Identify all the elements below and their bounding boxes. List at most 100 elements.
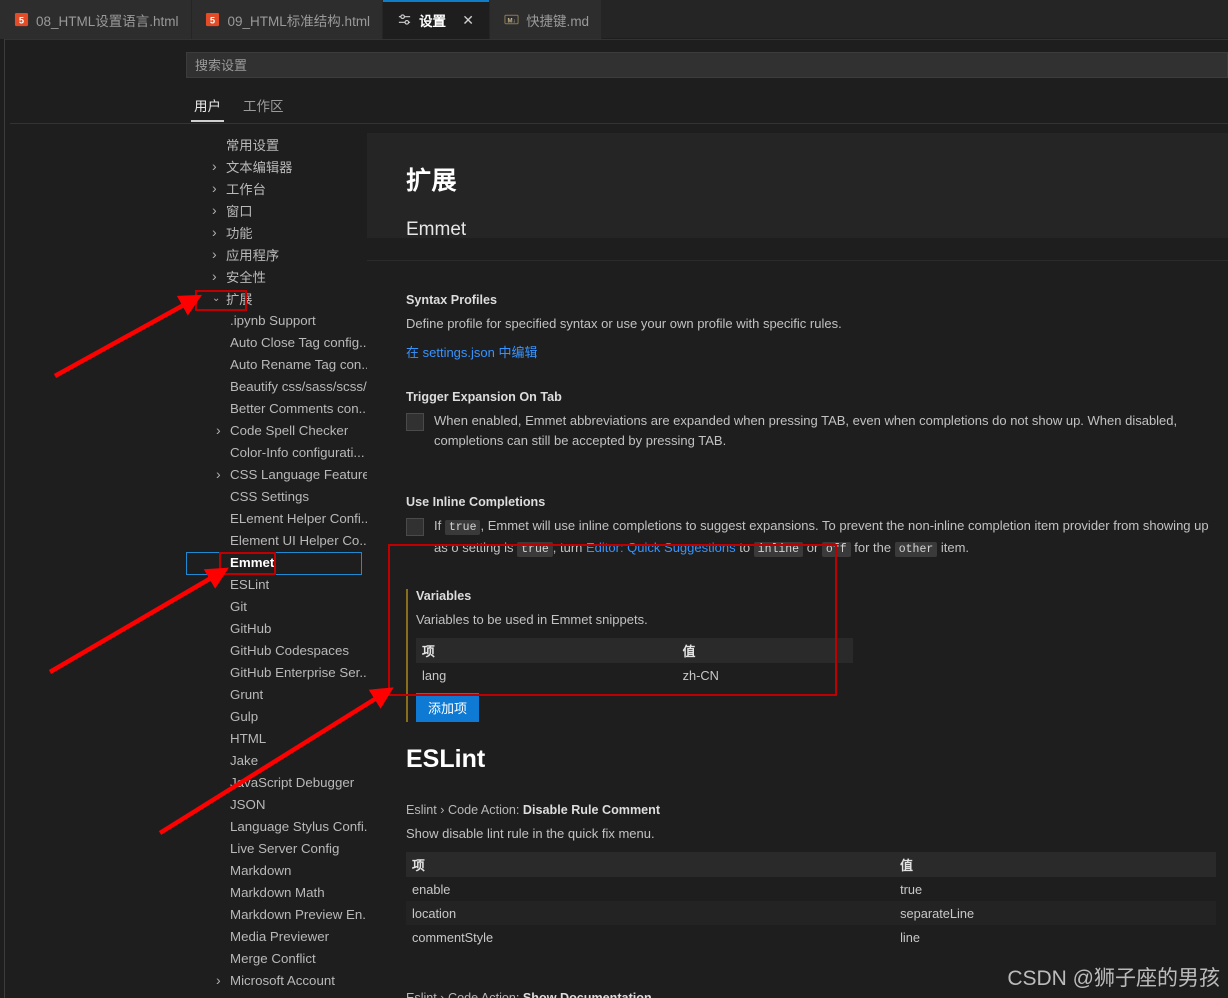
toc-item-better-comments-con[interactable]: Better Comments con... <box>186 397 367 419</box>
toc-item-auto-close-tag-config[interactable]: Auto Close Tag config... <box>186 331 367 353</box>
toc-item-emmet[interactable]: Emmet <box>186 551 367 573</box>
setting-eslint-disable-rule-comment: Eslint › Code Action: Disable Rule Comme… <box>406 803 1216 949</box>
toc-item-gulp[interactable]: Gulp <box>186 705 367 727</box>
toc-item-language-stylus-confi[interactable]: Language Stylus Confi... <box>186 815 367 837</box>
table-row[interactable]: commentStyle line <box>406 925 1216 949</box>
toc-item-element-ui-helper-co[interactable]: Element UI Helper Co... <box>186 529 367 551</box>
hero-category-title: 扩展 <box>406 167 458 195</box>
toc-item-工作台[interactable]: › 工作台 <box>186 177 367 199</box>
toc-item-css-language-features[interactable]: › CSS Language Features <box>186 463 367 485</box>
toc-item-javascript-debugger[interactable]: JavaScript Debugger <box>186 771 367 793</box>
toc-item-markdown-math[interactable]: Markdown Math <box>186 881 367 903</box>
toc-item-label: JSON <box>230 796 266 812</box>
toc-item-grunt[interactable]: Grunt <box>186 683 367 705</box>
toc-item-github[interactable]: GitHub <box>186 617 367 639</box>
toc-item-element-helper-confi[interactable]: ELement Helper Confi... <box>186 507 367 529</box>
toc-item-color-info-configurati[interactable]: Color-Info configurati... <box>186 441 367 463</box>
setting-title: Eslint › Code Action: Show Documentation <box>406 991 1216 998</box>
toc-item-media-previewer[interactable]: Media Previewer <box>186 925 367 947</box>
chevron-right-icon[interactable]: › <box>212 199 224 221</box>
toc-item-merge-conflict[interactable]: Merge Conflict <box>186 947 367 969</box>
toc-item-label: GitHub Enterprise Ser... <box>230 664 367 680</box>
toc-item-markdown-preview-en[interactable]: Markdown Preview En... <box>186 903 367 925</box>
toc-item-窗口[interactable]: › 窗口 <box>186 199 367 221</box>
column-header-value: 值 <box>900 858 913 873</box>
chevron-right-icon[interactable]: › <box>212 221 224 243</box>
quick-suggestions-link[interactable]: Editor: Quick Suggestions <box>586 540 736 555</box>
setting-variables: Variables Variables to be used in Emmet … <box>406 589 853 722</box>
toc-item-label: Git <box>230 598 247 614</box>
toc-item-beautify-css-sass-scss[interactable]: Beautify css/sass/scss/... <box>186 375 367 397</box>
settings-toc-tree[interactable]: 常用设置 › 文本编辑器 › 工作台 › 窗口 › 功能 › 应用程序 › 安全性 ⌄ 扩展 .ipynb S… <box>186 133 367 998</box>
toc-item-安全性[interactable]: › 安全性 <box>186 265 367 287</box>
hero-extension-title: Emmet <box>406 219 467 240</box>
setting-eslint-show-documentation: Eslint › Code Action: Show Documentation… <box>406 991 1216 998</box>
setting-title: Trigger Expansion On Tab <box>406 390 562 404</box>
toc-item-github-codespaces[interactable]: GitHub Codespaces <box>186 639 367 661</box>
use-inline-completions-checkbox[interactable] <box>406 518 424 536</box>
editor-tab-4[interactable]: M↓ 快捷键.md <box>490 0 603 39</box>
toc-item-label: 常用设置 <box>226 137 280 153</box>
toc-item-label: Media Previewer <box>230 928 330 944</box>
cell-value: line <box>900 929 921 945</box>
toc-item-auto-rename-tag-con[interactable]: Auto Rename Tag con... <box>186 353 367 375</box>
setting-trigger-expansion-on-tab: Trigger Expansion On Tab When enabled, E… <box>406 390 1216 451</box>
table-row[interactable]: lang zh-CN <box>416 663 853 687</box>
toc-item-git[interactable]: Git <box>186 595 367 617</box>
scope-tab-2[interactable]: 工作区 <box>235 90 292 122</box>
toc-item-css-settings[interactable]: CSS Settings <box>186 485 367 507</box>
toc-item-常用设置[interactable]: 常用设置 <box>186 133 367 155</box>
chevron-right-icon[interactable]: › <box>216 419 228 441</box>
setting-description-line2: can still be accepted by pressing TAB. <box>507 433 727 448</box>
setting-name: Show Documentation <box>522 991 652 998</box>
toc-item-eslint[interactable]: ESLint <box>186 573 367 595</box>
toc-item-live-server-config[interactable]: Live Server Config <box>186 837 367 859</box>
edit-in-settings-json-link[interactable]: 在 settings.json 中编辑 <box>406 345 538 360</box>
toc-item-label: GitHub <box>230 620 272 636</box>
editor-tab-1[interactable]: 5 08_HTML设置语言.html <box>0 0 192 39</box>
toc-item-jake[interactable]: Jake <box>186 749 367 771</box>
cell-value: zh-CN <box>682 667 719 683</box>
settings-search-input[interactable] <box>186 52 1228 78</box>
toc-item-html[interactable]: HTML <box>186 727 367 749</box>
toc-item-label: 工作台 <box>226 181 266 197</box>
settings-sliders-icon <box>396 12 412 28</box>
table-row[interactable]: location separateLine <box>406 901 1216 925</box>
toc-item-扩展[interactable]: ⌄ 扩展 <box>186 287 367 309</box>
scope-tab-1[interactable]: 用户 <box>186 90 229 122</box>
toc-item-code-spell-checker[interactable]: › Code Spell Checker <box>186 419 367 441</box>
cell-value: separateLine <box>900 905 975 921</box>
add-item-button[interactable]: 添加项 <box>416 693 480 722</box>
toc-item-功能[interactable]: › 功能 <box>186 221 367 243</box>
toc-item-markdown[interactable]: Markdown <box>186 859 367 881</box>
editor-tab-label: 设置 <box>419 13 447 29</box>
chevron-right-icon[interactable]: › <box>216 969 228 991</box>
toc-item-文本编辑器[interactable]: › 文本编辑器 <box>186 155 367 177</box>
toc-item-microsoft-account[interactable]: › Microsoft Account <box>186 969 367 991</box>
toc-item-应用程序[interactable]: › 应用程序 <box>186 243 367 265</box>
chevron-right-icon[interactable]: › <box>212 177 224 199</box>
toc-item-label: Live Server Config <box>230 840 340 856</box>
chevron-right-icon[interactable]: › <box>212 155 224 177</box>
chevron-right-icon[interactable]: › <box>216 463 228 485</box>
chevron-right-icon[interactable]: › <box>212 265 224 287</box>
chevron-right-icon[interactable]: › <box>212 243 224 265</box>
editor-tab-3[interactable]: 设置 ✕ <box>383 0 491 39</box>
cell-key: location <box>412 905 457 921</box>
chevron-down-icon[interactable]: ⌄ <box>212 287 224 309</box>
toc-item-json[interactable]: JSON <box>186 793 367 815</box>
toc-item-ipynb-support[interactable]: .ipynb Support <box>186 309 367 331</box>
cell-key: enable <box>412 881 451 897</box>
toc-item-label: Markdown Math <box>230 884 325 900</box>
setting-description: Show disable lint rule in the quick fix … <box>406 826 655 841</box>
close-icon[interactable]: ✕ <box>459 11 477 29</box>
settings-search-row <box>186 52 1228 78</box>
toc-item-github-enterprise-ser[interactable]: GitHub Enterprise Ser... <box>186 661 367 683</box>
toc-item-label: Auto Rename Tag con... <box>230 356 367 372</box>
setting-name: Disable Rule Comment <box>522 803 661 817</box>
cell-key: lang <box>422 667 447 683</box>
code-off: off <box>821 542 851 557</box>
table-row[interactable]: enable true <box>406 877 1216 901</box>
editor-tab-2[interactable]: 5 09_HTML标准结构.html <box>191 0 384 39</box>
trigger-expansion-checkbox[interactable] <box>406 413 424 431</box>
